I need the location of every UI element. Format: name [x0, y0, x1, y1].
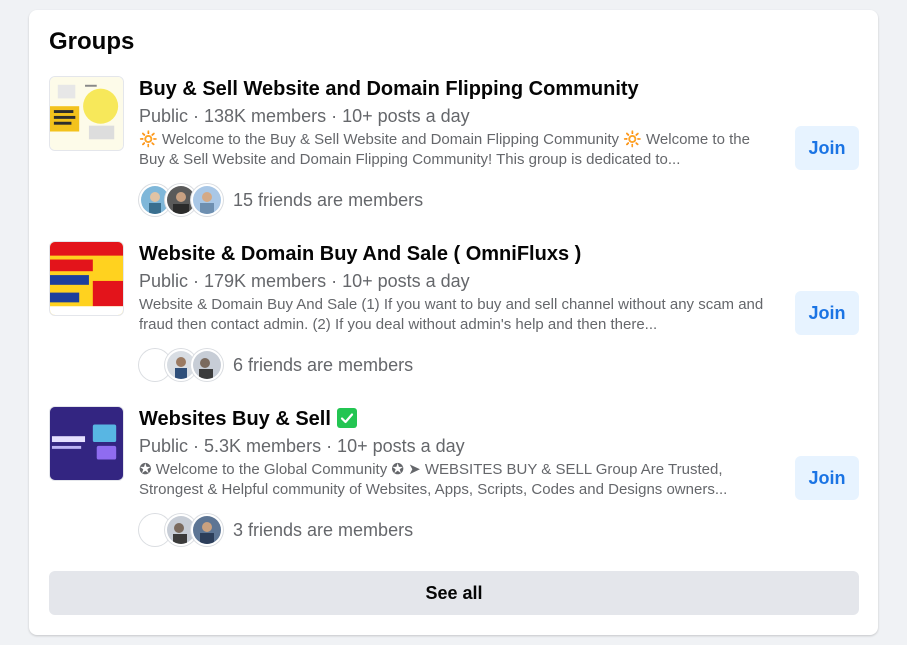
friends-row: 6 friends are members [139, 349, 779, 381]
group-thumbnail[interactable] [49, 406, 124, 481]
group-thumbnail-image [50, 77, 123, 150]
friends-count[interactable]: 3 friends are members [233, 520, 413, 541]
friend-avatars [139, 514, 223, 546]
group-meta: Public · 179K members · 10+ posts a day [139, 271, 470, 291]
group-info: Website & Domain Buy And Sale ( OmniFlux… [139, 241, 779, 381]
avatar[interactable] [191, 514, 223, 546]
group-thumbnail-image [50, 242, 123, 315]
friends-count[interactable]: 15 friends are members [233, 190, 423, 211]
group-name-row[interactable]: Websites Buy & Sell [139, 406, 779, 432]
group-thumbnail-image [50, 407, 123, 480]
group-name[interactable]: Websites Buy & Sell [139, 408, 331, 430]
group-info: Buy & Sell Website and Domain Flipping C… [139, 76, 779, 216]
group-item: Websites Buy & Sell Public · 5.3K member… [49, 406, 859, 556]
group-name[interactable]: Buy & Sell Website and Domain Flipping C… [139, 76, 779, 102]
join-button[interactable]: Join [795, 456, 859, 500]
see-all-button[interactable]: See all [49, 571, 859, 615]
group-description: ✪ Welcome to the Global Community ✪ ➤ WE… [139, 461, 728, 498]
avatar[interactable] [191, 184, 223, 216]
avatar[interactable] [191, 349, 223, 381]
check-badge-icon [336, 408, 357, 428]
groups-card: Groups Buy & Sell Website and Domain Fli… [29, 10, 878, 635]
group-description: 🔆 Welcome to the Buy & Sell Website and … [139, 131, 750, 168]
friends-count[interactable]: 6 friends are members [233, 355, 413, 376]
group-description: Website & Domain Buy And Sale (1) If you… [139, 296, 764, 333]
join-button[interactable]: Join [795, 126, 859, 170]
section-title: Groups [49, 28, 135, 55]
friends-row: 15 friends are members [139, 184, 779, 216]
join-button[interactable]: Join [795, 291, 859, 335]
friend-avatars [139, 184, 223, 216]
friends-row: 3 friends are members [139, 514, 779, 546]
group-thumbnail[interactable] [49, 76, 124, 151]
group-item: Buy & Sell Website and Domain Flipping C… [49, 76, 859, 226]
group-thumbnail[interactable] [49, 241, 124, 316]
friend-avatars [139, 349, 223, 381]
group-item: Website & Domain Buy And Sale ( OmniFlux… [49, 241, 859, 391]
group-name[interactable]: Website & Domain Buy And Sale ( OmniFlux… [139, 241, 779, 267]
group-meta: Public · 5.3K members · 10+ posts a day [139, 436, 465, 456]
group-info: Websites Buy & Sell Public · 5.3K member… [139, 406, 779, 546]
group-meta: Public · 138K members · 10+ posts a day [139, 106, 470, 126]
